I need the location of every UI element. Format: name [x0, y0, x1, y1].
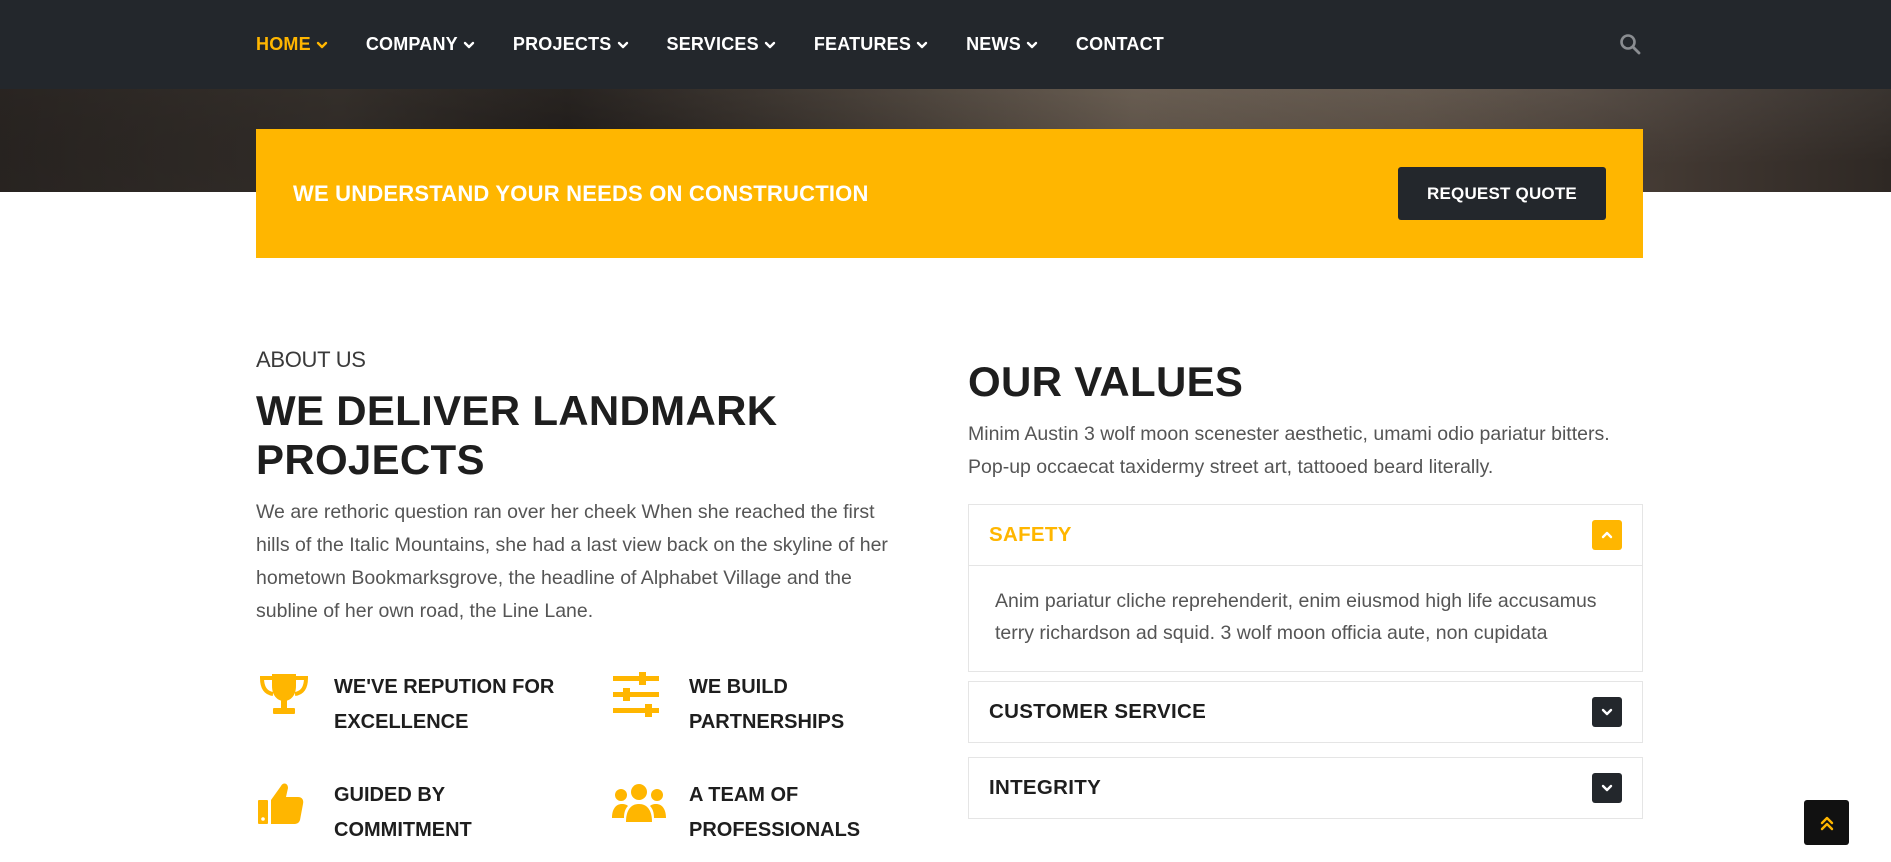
feature-label: A TEAM OF PROFESSIONALS	[689, 784, 861, 841]
feature-label: GUIDED BY COMMITMENT	[334, 784, 472, 841]
nav-item-features[interactable]: FEATURES	[814, 34, 928, 55]
accordion-title: INTEGRITY	[989, 776, 1102, 799]
accordion-title: CUSTOMER SERVICE	[989, 700, 1207, 723]
nav-item-home[interactable]: HOME	[256, 34, 328, 55]
cta-text: WE UNDERSTAND YOUR NEEDS ON CONSTRUCTION	[293, 181, 869, 206]
feature-item: GUIDED BY COMMITMENT	[256, 778, 574, 848]
accordion-item-safety: SAFETY Anim pariatur cliche reprehenderi…	[968, 504, 1643, 672]
about-eyebrow: ABOUT US	[256, 347, 366, 372]
cta-banner: WE UNDERSTAND YOUR NEEDS ON CONSTRUCTION…	[256, 129, 1643, 258]
chevron-down-icon	[1026, 39, 1038, 51]
main-menu: HOME COMPANY PROJECTS SERVICES FEATURES …	[256, 0, 1202, 89]
feature-item: WE'VE REPUTION FOR EXCELLENCE	[256, 670, 574, 740]
values-body: Minim Austin 3 wolf moon scenester aesth…	[968, 423, 1610, 478]
chevron-down-icon	[617, 39, 629, 51]
sliders-icon	[611, 670, 667, 720]
nav-item-label: SERVICES	[666, 34, 759, 54]
double-chevron-up-icon	[1818, 814, 1836, 832]
accordion-title: SAFETY	[989, 523, 1072, 546]
accordion-item-integrity: INTEGRITY	[968, 757, 1643, 819]
accordion-body: Anim pariatur cliche reprehenderit, enim…	[969, 565, 1642, 671]
feature-item: WE BUILD PARTNERSHIPS	[611, 670, 929, 740]
feature-item: A TEAM OF PROFESSIONALS	[611, 778, 929, 848]
chevron-down-icon[interactable]	[1592, 773, 1622, 803]
request-quote-button[interactable]: REQUEST QUOTE	[1398, 167, 1606, 220]
about-title: WE DELIVER LANDMARK PROJECTS	[256, 387, 778, 483]
users-icon	[611, 778, 667, 828]
chevron-up-icon[interactable]	[1592, 520, 1622, 550]
nav-item-label: NEWS	[966, 34, 1021, 54]
accordion-header[interactable]: SAFETY	[969, 505, 1642, 565]
nav-item-services[interactable]: SERVICES	[667, 34, 776, 55]
nav-item-contact[interactable]: CONTACT	[1076, 34, 1164, 55]
accordion-header[interactable]: CUSTOMER SERVICE	[969, 682, 1642, 742]
nav-item-label: COMPANY	[365, 34, 458, 54]
nav-item-label: HOME	[256, 34, 311, 54]
nav-item-projects[interactable]: PROJECTS	[513, 34, 629, 55]
chevron-down-icon	[916, 39, 928, 51]
accordion-header[interactable]: INTEGRITY	[969, 758, 1642, 818]
nav-item-label: CONTACT	[1075, 34, 1164, 54]
top-navbar: HOME COMPANY PROJECTS SERVICES FEATURES …	[0, 0, 1891, 89]
feature-label: WE'VE REPUTION FOR EXCELLENCE	[334, 676, 555, 733]
feature-label: WE BUILD PARTNERSHIPS	[689, 676, 845, 733]
chevron-down-icon	[463, 39, 475, 51]
thumbs-up-icon	[256, 778, 312, 828]
about-body: We are rethoric question ran over her ch…	[256, 501, 888, 622]
nav-item-label: FEATURES	[813, 34, 912, 54]
chevron-down-icon	[764, 39, 776, 51]
accordion-item-customer-service: CUSTOMER SERVICE	[968, 681, 1643, 743]
search-icon[interactable]	[1619, 33, 1641, 55]
chevron-down-icon[interactable]	[1592, 697, 1622, 727]
trophy-icon	[256, 670, 312, 720]
values-title: OUR VALUES	[968, 358, 1244, 405]
back-to-top-button[interactable]	[1804, 800, 1849, 845]
nav-item-news[interactable]: NEWS	[966, 34, 1038, 55]
nav-item-label: PROJECTS	[512, 34, 612, 54]
chevron-down-icon	[316, 39, 328, 51]
nav-item-company[interactable]: COMPANY	[366, 34, 475, 55]
